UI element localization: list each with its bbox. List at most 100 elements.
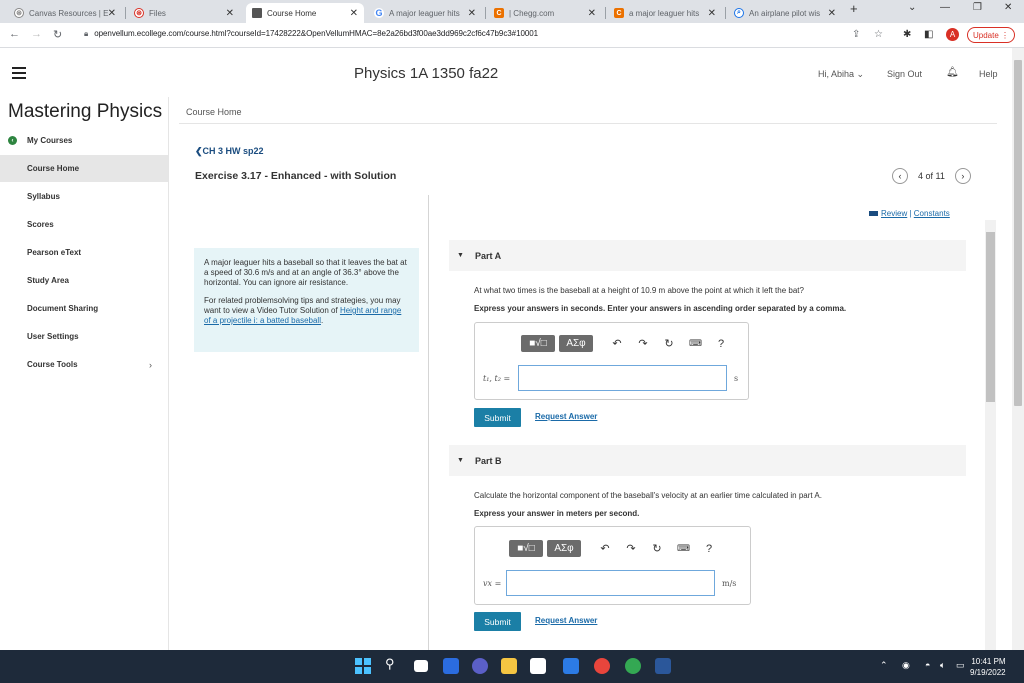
windows-start-icon[interactable] <box>355 658 371 674</box>
chat-icon[interactable] <box>472 658 488 674</box>
part-b-submit-button[interactable]: Submit <box>474 612 521 631</box>
chrome-icon[interactable] <box>594 658 610 674</box>
sign-out-link[interactable]: Sign Out <box>887 69 922 79</box>
part-a-toolbar: ■√□ ΑΣφ ↶ ↷ ↻ ⌨ ? <box>521 335 727 352</box>
part-b-request-answer-link[interactable]: Request Answer <box>535 616 597 625</box>
help-icon[interactable]: ? <box>715 338 727 350</box>
keyboard-icon[interactable]: ⌨ <box>677 543 690 554</box>
help-link[interactable]: Help <box>979 69 998 79</box>
chrome-profile-icon[interactable] <box>625 658 641 674</box>
back-arrow-icon[interactable]: ← <box>9 28 20 40</box>
tab-bing[interactable]: ⌕ An airplane pilot wis ✕ <box>728 3 842 23</box>
update-button[interactable]: Update ⋮ <box>967 27 1015 43</box>
next-item-button[interactable]: › <box>954 168 971 184</box>
sidepanel-icon[interactable]: ◧ <box>924 29 933 40</box>
close-tab-icon[interactable]: ✕ <box>226 8 234 19</box>
profile-avatar[interactable]: A <box>946 28 959 41</box>
greek-symbols-button[interactable]: ΑΣφ <box>559 335 593 352</box>
undo-icon[interactable]: ↶ <box>611 337 623 350</box>
restore-button[interactable]: ❐ <box>973 2 982 13</box>
wifi-icon[interactable]: ◓ <box>925 660 930 670</box>
close-tab-icon[interactable]: ✕ <box>588 8 596 19</box>
review-link[interactable]: Review <box>881 209 907 218</box>
part-a-answer-input[interactable] <box>518 365 727 391</box>
widgets-icon[interactable] <box>443 658 459 674</box>
reset-icon[interactable]: ↻ <box>663 337 675 350</box>
hamburger-menu-icon[interactable] <box>12 67 26 82</box>
sidebar-item-course-home[interactable]: Course Home <box>0 155 168 182</box>
tab-search-chevron-icon[interactable]: ⌄ <box>908 2 916 13</box>
keyboard-icon[interactable]: ⌨ <box>689 338 702 349</box>
part-b-answer-input[interactable] <box>506 570 715 596</box>
undo-icon[interactable]: ↶ <box>599 542 611 555</box>
bookmark-star-icon[interactable]: ☆ <box>874 29 883 40</box>
tab-files[interactable]: ⊛ Files ✕ <box>128 3 240 23</box>
sidebar-item-document-sharing[interactable]: Document Sharing <box>0 295 168 322</box>
part-a-submit-button[interactable]: Submit <box>474 408 521 427</box>
minimize-button[interactable]: — <box>940 2 950 13</box>
part-a-instruction: Express your answers in seconds. Enter y… <box>474 304 847 313</box>
templates-button[interactable]: ■√□ <box>509 540 543 557</box>
forward-arrow-icon[interactable]: → <box>31 28 42 40</box>
volume-icon[interactable]: 🔈︎ <box>940 660 945 671</box>
reset-icon[interactable]: ↻ <box>651 542 663 555</box>
templates-button[interactable]: ■√□ <box>521 335 555 352</box>
tray-chevron-icon[interactable]: ⌃ <box>880 660 888 671</box>
content-scrollbar-thumb[interactable] <box>986 232 995 402</box>
part-b-header[interactable]: ▼ Part B <box>449 445 966 476</box>
close-tab-icon[interactable]: ✕ <box>108 8 116 19</box>
battery-icon[interactable]: ▭ <box>956 660 965 671</box>
reload-icon[interactable]: ↻ <box>53 28 62 41</box>
tab-chegg-2[interactable]: C a major leaguer hits ✕ <box>608 3 722 23</box>
share-icon[interactable]: ⇪ <box>852 29 860 40</box>
tab-course-home[interactable]: Course Home ✕ <box>246 3 364 23</box>
close-tab-icon[interactable]: ✕ <box>468 8 476 19</box>
video-tutor-note: For related problemsolving tips and stra… <box>204 296 402 325</box>
store-icon[interactable] <box>530 658 546 674</box>
content-scrollbar[interactable] <box>985 220 996 650</box>
file-explorer-icon[interactable] <box>501 658 517 674</box>
problem-statement: A major leaguer hits a baseball so that … <box>204 258 407 287</box>
help-icon[interactable]: ? <box>703 543 715 555</box>
review-icon <box>869 211 878 216</box>
redo-icon[interactable]: ↷ <box>625 542 637 555</box>
task-view-icon[interactable] <box>414 660 428 672</box>
close-tab-icon[interactable]: ✕ <box>708 8 716 19</box>
close-window-button[interactable]: ✕ <box>1004 2 1012 13</box>
previous-item-button[interactable]: ‹ <box>892 168 908 184</box>
greek-symbols-button[interactable]: ΑΣφ <box>547 540 581 557</box>
bell-icon[interactable]: 🔔︎ <box>946 67 959 78</box>
page-scrollbar[interactable] <box>1012 48 1024 650</box>
close-tab-icon[interactable]: ✕ <box>828 8 836 19</box>
word-icon[interactable] <box>655 658 671 674</box>
constants-link[interactable]: Constants <box>914 209 950 218</box>
sidebar-item-my-courses[interactable]: ‹ My Courses <box>0 127 168 154</box>
sidebar: Mastering Physics ‹ My Courses Course Ho… <box>0 97 169 650</box>
redo-icon[interactable]: ↷ <box>637 337 649 350</box>
sidebar-item-course-tools[interactable]: Course Tools › <box>0 351 168 378</box>
back-to-assignment-link[interactable]: ❮CH 3 HW sp22 <box>195 146 264 157</box>
page-scrollbar-thumb[interactable] <box>1014 60 1022 406</box>
new-tab-button[interactable]: + <box>850 1 858 16</box>
collapse-triangle-icon: ▼ <box>457 252 464 259</box>
part-a-header[interactable]: ▼ Part A <box>449 240 966 271</box>
sidebar-item-syllabus[interactable]: Syllabus <box>0 183 168 210</box>
part-a-request-answer-link[interactable]: Request Answer <box>535 412 597 421</box>
close-tab-icon[interactable]: ✕ <box>350 8 358 19</box>
extensions-icon[interactable]: ✱ <box>903 29 911 40</box>
part-a-variable-label: t₁, t₂ = <box>483 374 511 383</box>
tab-canvas-resources[interactable]: ⊛ Canvas Resources | E ✕ <box>8 3 122 23</box>
tab-google-search[interactable]: G A major leaguer hits ✕ <box>368 3 482 23</box>
url-field[interactable]: 🔒︎ openvellum.ecollege.com/course.html?co… <box>84 29 538 39</box>
chrome-tray-icon[interactable]: ◉ <box>902 660 910 671</box>
mail-icon[interactable] <box>563 658 579 674</box>
taskbar-clock[interactable]: 10:41 PM 9/19/2022 <box>970 656 1006 678</box>
sidebar-item-study-area[interactable]: Study Area <box>0 267 168 294</box>
tab-chegg[interactable]: C | Chegg.com ✕ <box>488 3 602 23</box>
course-title: Physics 1A 1350 fa22 <box>354 65 499 82</box>
sidebar-item-scores[interactable]: Scores <box>0 211 168 238</box>
search-icon[interactable]: ⚲ <box>385 656 401 672</box>
sidebar-item-user-settings[interactable]: User Settings <box>0 323 168 350</box>
sidebar-item-pearson-etext[interactable]: Pearson eText <box>0 239 168 266</box>
user-menu[interactable]: Hi, Abiha ⌄ <box>818 69 864 80</box>
